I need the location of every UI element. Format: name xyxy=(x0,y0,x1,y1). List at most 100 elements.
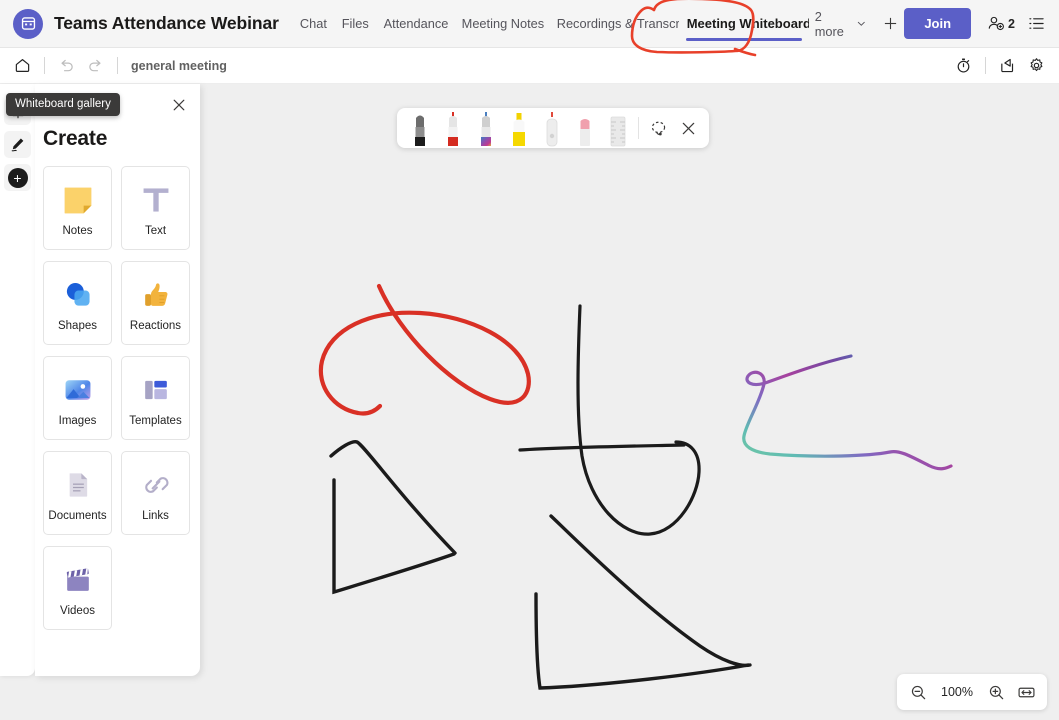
ink-button[interactable] xyxy=(4,131,31,158)
pink-marker-tool[interactable] xyxy=(568,108,601,148)
eraser-tool[interactable] xyxy=(535,108,568,148)
pink-marker-icon xyxy=(579,119,590,146)
create-card-templates[interactable]: Templates xyxy=(121,356,190,440)
thumbs-up-icon xyxy=(141,274,171,316)
create-panel: Create Notes Text Shapes Reactions Image… xyxy=(35,84,200,676)
document-icon xyxy=(63,464,93,506)
tabs-more-dropdown[interactable]: 2 more xyxy=(809,9,872,39)
card-label: Links xyxy=(142,510,169,522)
video-clapperboard-icon xyxy=(63,559,93,601)
templates-icon xyxy=(141,369,171,411)
create-card-images[interactable]: Images xyxy=(43,356,112,440)
tabs-more-label: 2 more xyxy=(814,8,844,39)
page-title: Teams Attendance Webinar xyxy=(54,13,279,33)
join-button[interactable]: Join xyxy=(904,8,972,39)
participants-count: 2 xyxy=(1008,16,1015,31)
people-icon xyxy=(988,16,1004,31)
meeting-header: Teams Attendance Webinar Chat Files Atte… xyxy=(0,0,1059,57)
chevron-down-icon xyxy=(857,21,865,26)
toolbar-divider-3 xyxy=(985,57,986,74)
ruler-icon xyxy=(610,116,625,147)
create-card-shapes[interactable]: Shapes xyxy=(43,261,112,345)
left-rail: + xyxy=(0,84,35,676)
ruler-tool[interactable] xyxy=(601,108,634,148)
settings-gear-icon xyxy=(1030,58,1043,72)
close-panel-button[interactable] xyxy=(167,93,191,117)
settings-button[interactable] xyxy=(1022,52,1051,80)
card-label: Documents xyxy=(48,510,107,522)
pen-toolbar xyxy=(397,108,709,148)
toolbar-divider xyxy=(44,57,45,74)
undo-button[interactable] xyxy=(52,52,81,80)
zoom-in-icon xyxy=(989,685,1003,699)
timer-button[interactable] xyxy=(949,52,978,80)
create-card-reactions[interactable]: Reactions xyxy=(121,261,190,345)
fit-to-screen-button[interactable] xyxy=(1011,677,1041,707)
tab-meeting-whiteboard[interactable]: Meeting Whiteboard xyxy=(679,0,809,48)
black-triangle-stroke-2 xyxy=(332,478,456,595)
toolbar-right-group xyxy=(949,52,1059,80)
yellow-highlighter-tool[interactable] xyxy=(502,108,535,148)
eraser-icon xyxy=(546,112,557,147)
create-card-links[interactable]: Links xyxy=(121,451,190,535)
black-triangle-stroke xyxy=(329,440,457,555)
galaxy-gradient-stroke xyxy=(742,354,953,471)
black-large-triangle-stroke-2 xyxy=(534,592,750,690)
undo-icon xyxy=(61,59,73,72)
whiteboard-toolbar: general meeting xyxy=(0,48,1059,84)
black-pen-icon xyxy=(414,115,425,146)
share-button[interactable] xyxy=(993,52,1022,80)
yellow-highlighter-icon xyxy=(512,113,525,146)
toolbar-divider-2 xyxy=(117,57,118,74)
plus-icon: + xyxy=(7,167,28,188)
red-loop-stroke xyxy=(318,283,531,416)
zoom-in-button[interactable] xyxy=(981,677,1011,707)
tab-recordings-transcripts[interactable]: Recordings & Transcr... xyxy=(549,0,679,48)
black-pen-tool[interactable] xyxy=(403,108,436,148)
add-tab-button[interactable] xyxy=(877,16,904,31)
shapes-icon xyxy=(62,274,94,316)
lasso-select-button[interactable] xyxy=(643,108,673,148)
board-name[interactable]: general meeting xyxy=(131,59,227,73)
close-icon xyxy=(173,99,185,111)
create-card-grid: Notes Text Shapes Reactions Images Templ… xyxy=(43,166,200,630)
text-t-icon xyxy=(140,179,172,221)
card-label: Notes xyxy=(62,225,93,237)
galaxy-pen-tool[interactable] xyxy=(469,108,502,148)
redo-button[interactable] xyxy=(81,52,110,80)
link-chain-icon xyxy=(141,464,171,506)
zoom-level-value[interactable]: 100% xyxy=(933,685,981,699)
tab-files[interactable]: Files xyxy=(334,0,376,48)
tab-chat[interactable]: Chat xyxy=(292,0,334,48)
tab-meeting-notes[interactable]: Meeting Notes xyxy=(454,0,549,48)
close-pen-toolbar-button[interactable] xyxy=(673,108,703,148)
black-horizontal-stroke xyxy=(518,443,686,452)
galaxy-pen-icon xyxy=(480,112,491,146)
list-icon xyxy=(1029,18,1044,29)
card-label: Templates xyxy=(129,415,182,427)
black-hook-stroke xyxy=(576,304,701,536)
roster-list-button[interactable] xyxy=(1028,15,1045,32)
zoom-out-icon xyxy=(911,685,925,699)
home-button[interactable] xyxy=(8,52,37,80)
card-label: Shapes xyxy=(57,320,97,332)
whiteboard-gallery-tooltip: Whiteboard gallery xyxy=(6,93,120,116)
timer-icon xyxy=(957,58,970,73)
image-icon xyxy=(62,369,94,411)
tab-bar: Chat Files Attendance Meeting Notes Reco… xyxy=(292,0,904,48)
zoom-out-button[interactable] xyxy=(903,677,933,707)
card-label: Reactions xyxy=(129,320,182,332)
share-icon xyxy=(1001,58,1014,73)
card-label: Videos xyxy=(60,605,95,617)
create-card-text[interactable]: Text xyxy=(121,166,190,250)
lasso-select-icon xyxy=(651,121,665,135)
tab-attendance[interactable]: Attendance xyxy=(376,0,454,48)
create-card-notes[interactable]: Notes xyxy=(43,166,112,250)
participants-indicator[interactable]: 2 xyxy=(987,15,1015,32)
create-card-documents[interactable]: Documents xyxy=(43,451,112,535)
create-button[interactable]: + xyxy=(4,164,31,191)
create-card-videos[interactable]: Videos xyxy=(43,546,112,630)
whiteboard-app: Teams Attendance Webinar Chat Files Atte… xyxy=(0,0,1059,720)
red-pen-tool[interactable] xyxy=(436,108,469,148)
zoom-controls: 100% xyxy=(897,674,1047,710)
